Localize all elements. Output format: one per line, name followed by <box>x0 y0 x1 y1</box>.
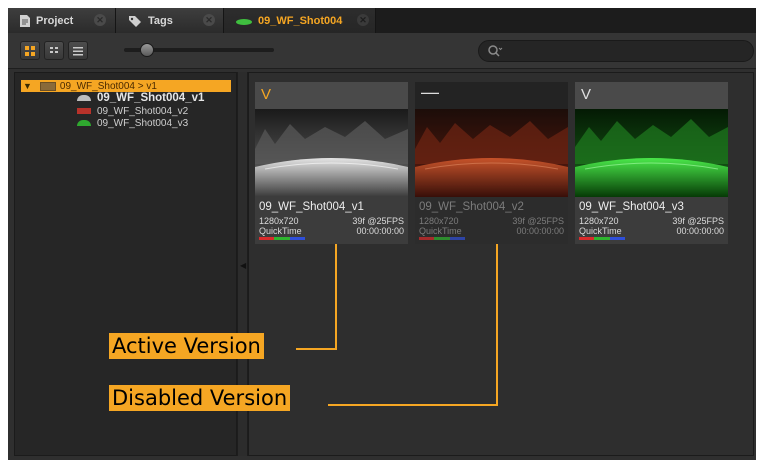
version-format: QuickTime <box>579 226 622 236</box>
tree-item-label: 09_WF_Shot004_v2 <box>97 105 189 117</box>
version-format: QuickTime <box>259 226 302 236</box>
slider-handle[interactable] <box>140 43 155 57</box>
active-version-callout: Active Version <box>109 333 264 359</box>
screenshot-frame: Project ✕ Tags ✕ 09_WF_Shot004 ✕ ▼ 09_WF… <box>0 0 758 465</box>
grid-view-button[interactable] <box>20 41 40 60</box>
version-swatch-icon <box>77 120 91 126</box>
tree-item-v1[interactable]: 09_WF_Shot004_v1 <box>77 92 204 104</box>
tab-shot-label: 09_WF_Shot004 <box>258 14 343 27</box>
version-grid-panel: V 09_WF_Shot004_v1 1280x720 39f @25FPS Q… <box>248 72 754 456</box>
version-info: 09_WF_Shot004_v1 1280x720 39f @25FPS Qui… <box>255 197 408 244</box>
version-timecode: 00:00:00:00 <box>676 226 724 236</box>
version-swatch-icon <box>77 95 91 101</box>
version-resolution: 1280x720 <box>579 216 619 226</box>
thumbnail-size-slider[interactable] <box>124 43 274 57</box>
tree-root-label: 09_WF_Shot004 > v1 <box>59 80 157 92</box>
tree-item-label: 09_WF_Shot004_v1 <box>97 92 205 104</box>
version-flag[interactable]: V <box>261 86 271 103</box>
tree-item-v2[interactable]: 09_WF_Shot004_v2 <box>77 105 188 117</box>
green-swatch-icon <box>236 18 252 25</box>
tab-project[interactable]: Project ✕ <box>8 8 116 33</box>
close-icon[interactable]: ✕ <box>203 14 215 26</box>
thumbnail-view-button[interactable] <box>44 41 64 60</box>
thumbnail-view-icon <box>50 46 58 53</box>
channel-bar <box>579 237 625 240</box>
tree-root-item[interactable]: ▼ 09_WF_Shot004 > v1 <box>21 80 231 92</box>
card-header: V <box>575 82 728 109</box>
expand-triangle-icon[interactable]: ▼ <box>23 81 32 91</box>
disabled-version-callout: Disabled Version <box>109 385 291 411</box>
close-icon[interactable]: ✕ <box>94 14 106 26</box>
version-timecode: 00:00:00:00 <box>356 226 404 236</box>
version-timecode: 00:00:00:00 <box>516 226 564 236</box>
search-icon <box>488 45 503 57</box>
version-name: 09_WF_Shot004_v3 <box>579 201 684 213</box>
version-resolution: 1280x720 <box>259 216 299 226</box>
toolbar <box>8 33 756 69</box>
version-info: 09_WF_Shot004_v2 1280x720 39f @25FPS Qui… <box>415 197 568 244</box>
version-format: QuickTime <box>419 226 462 236</box>
disabled-callout-leader <box>496 244 498 406</box>
channel-bar <box>259 237 305 240</box>
version-thumbnail <box>415 109 568 197</box>
version-frames: 39f @25FPS <box>352 216 404 226</box>
version-swatch-icon <box>77 108 91 114</box>
shot-swatch-icon <box>39 81 56 91</box>
tags-icon <box>129 15 141 27</box>
version-info: 09_WF_Shot004_v3 1280x720 39f @25FPS Qui… <box>575 197 728 244</box>
tab-shot[interactable]: 09_WF_Shot004 ✕ <box>224 8 376 33</box>
version-card-v1[interactable]: V 09_WF_Shot004_v1 1280x720 39f @25FPS Q… <box>255 82 408 244</box>
version-flag[interactable]: — <box>421 82 439 103</box>
card-header: V <box>255 82 408 109</box>
version-name: 09_WF_Shot004_v2 <box>419 201 524 213</box>
collapse-arrow-icon[interactable]: ◀ <box>240 261 246 270</box>
version-resolution: 1280x720 <box>419 216 459 226</box>
version-thumbnail <box>575 109 728 197</box>
close-icon[interactable]: ✕ <box>357 14 369 26</box>
active-callout-leader <box>296 348 337 350</box>
version-card-v3[interactable]: V 09_WF_Shot004_v3 1280x720 39f @25FPS Q… <box>575 82 728 244</box>
disabled-callout-leader <box>328 404 498 406</box>
tab-project-label: Project <box>36 14 74 27</box>
grid-view-icon <box>25 45 35 56</box>
search-box[interactable] <box>478 40 754 62</box>
version-frames: 39f @25FPS <box>512 216 564 226</box>
tree-item-label: 09_WF_Shot004_v3 <box>97 117 189 129</box>
list-view-button[interactable] <box>68 41 88 60</box>
version-name: 09_WF_Shot004_v1 <box>259 201 364 213</box>
channel-bar <box>419 237 465 240</box>
page-icon <box>20 14 30 27</box>
version-card-v2[interactable]: — 09_WF_Shot004_v2 1280x720 39f @25FPS Q… <box>415 82 568 244</box>
tree-item-v3[interactable]: 09_WF_Shot004_v3 <box>77 117 188 129</box>
version-flag[interactable]: V <box>581 86 591 103</box>
active-callout-leader <box>335 244 337 350</box>
tab-tags[interactable]: Tags ✕ <box>116 8 224 33</box>
tab-tags-label: Tags <box>148 14 173 27</box>
version-thumbnail <box>255 109 408 197</box>
tab-bar: Project ✕ Tags ✕ 09_WF_Shot004 ✕ <box>8 8 756 33</box>
card-header: — <box>415 82 568 109</box>
search-input[interactable] <box>507 43 747 61</box>
list-view-icon <box>73 46 83 55</box>
version-frames: 39f @25FPS <box>672 216 724 226</box>
